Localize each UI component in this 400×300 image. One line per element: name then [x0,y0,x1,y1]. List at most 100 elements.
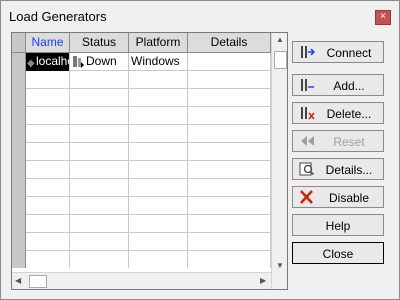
cell-platform[interactable] [129,179,188,197]
table-row[interactable] [12,143,271,161]
cell-platform[interactable] [129,89,188,107]
cell-name[interactable] [26,125,70,143]
row-header[interactable] [12,197,26,215]
table-row[interactable] [12,161,271,179]
load-generators-window: Load Generators × Name Status Platform D… [0,0,400,300]
cell-status[interactable] [70,107,129,125]
cell-platform[interactable] [129,197,188,215]
cell-details[interactable] [188,143,271,161]
row-header[interactable] [12,107,26,125]
row-header[interactable] [12,161,26,179]
cell-details[interactable] [188,251,271,268]
cell-status[interactable] [70,233,129,251]
row-header[interactable] [12,89,26,107]
cell-platform[interactable] [129,233,188,251]
row-header[interactable] [12,179,26,197]
cell-status[interactable] [70,179,129,197]
corner-cell [12,33,26,52]
close-window-button[interactable]: × [375,10,391,25]
reset-button[interactable]: Reset [292,130,384,152]
cell-status[interactable] [70,161,129,179]
scroll-right-icon[interactable]: ▶ [260,276,266,285]
grid-header: Name Status Platform Details [12,33,271,53]
cell-details[interactable] [188,233,271,251]
cell-name[interactable] [26,251,70,268]
horizontal-scroll-thumb[interactable] [29,275,47,288]
cell-details[interactable] [188,179,271,197]
horizontal-scrollbar[interactable]: ◀ ▶ [12,272,271,289]
cell-name[interactable] [26,215,70,233]
table-row[interactable] [12,215,271,233]
cell-name[interactable] [26,179,70,197]
cell-platform[interactable] [129,161,188,179]
cell-status[interactable] [70,251,129,268]
cell-platform[interactable] [129,251,188,268]
row-header[interactable] [12,251,26,268]
row-header[interactable] [12,125,26,143]
disable-button[interactable]: Disable [292,186,384,208]
cell-platform[interactable] [129,71,188,89]
scroll-up-icon[interactable]: ▲ [276,35,284,44]
title-bar: Load Generators × [1,1,399,29]
row-header[interactable] [12,53,26,71]
vertical-scroll-thumb[interactable] [274,51,287,69]
cell-name[interactable] [26,107,70,125]
row-header[interactable] [12,215,26,233]
table-row[interactable] [12,89,271,107]
column-header-platform[interactable]: Platform [129,33,188,52]
help-button[interactable]: Help [292,214,384,236]
cell-status[interactable]: Down [70,53,129,71]
cell-name[interactable] [26,197,70,215]
vertical-scrollbar[interactable]: ▲ ▼ [271,33,287,289]
cell-details[interactable] [188,71,271,89]
cell-name[interactable] [26,143,70,161]
table-row[interactable] [12,107,271,125]
row-header[interactable] [12,233,26,251]
cell-name[interactable] [26,233,70,251]
cell-name[interactable] [26,71,70,89]
cell-details[interactable] [188,215,271,233]
cell-name[interactable]: ◆ localhost [26,53,70,71]
table-row[interactable] [12,251,271,268]
column-header-status[interactable]: Status [70,33,129,52]
cell-platform[interactable]: Windows [129,53,188,71]
table-row[interactable] [12,71,271,89]
cell-platform[interactable] [129,107,188,125]
table-row[interactable] [12,197,271,215]
cell-status[interactable] [70,125,129,143]
cell-platform[interactable] [129,125,188,143]
add-generator-icon [301,79,314,91]
details-button[interactable]: Details... [292,158,384,180]
add-button[interactable]: Add... [292,74,384,96]
cell-platform[interactable] [129,143,188,161]
red-x-icon [300,190,313,204]
cell-status[interactable] [70,215,129,233]
connect-icon [301,46,315,58]
cell-details[interactable] [188,125,271,143]
row-header[interactable] [12,143,26,161]
column-header-name[interactable]: Name [26,33,70,52]
cell-details[interactable] [188,107,271,125]
table-row[interactable] [12,233,271,251]
cell-name[interactable] [26,89,70,107]
cell-status[interactable] [70,71,129,89]
scroll-left-icon[interactable]: ◀ [15,276,21,285]
table-row[interactable]: ◆ localhost Down Windows [12,53,271,71]
cell-status[interactable] [70,89,129,107]
row-header[interactable] [12,71,26,89]
cell-details[interactable] [188,197,271,215]
table-row[interactable] [12,179,271,197]
cell-status[interactable] [70,197,129,215]
cell-platform[interactable] [129,215,188,233]
cell-details[interactable] [188,53,271,71]
close-button[interactable]: Close [292,242,384,264]
delete-button[interactable]: Delete... [292,102,384,124]
connect-button[interactable]: Connect [292,41,384,63]
column-header-details[interactable]: Details [188,33,271,52]
cell-details[interactable] [188,89,271,107]
table-row[interactable] [12,125,271,143]
cell-details[interactable] [188,161,271,179]
scroll-down-icon[interactable]: ▼ [276,261,284,270]
cell-name[interactable] [26,161,70,179]
cell-status[interactable] [70,143,129,161]
